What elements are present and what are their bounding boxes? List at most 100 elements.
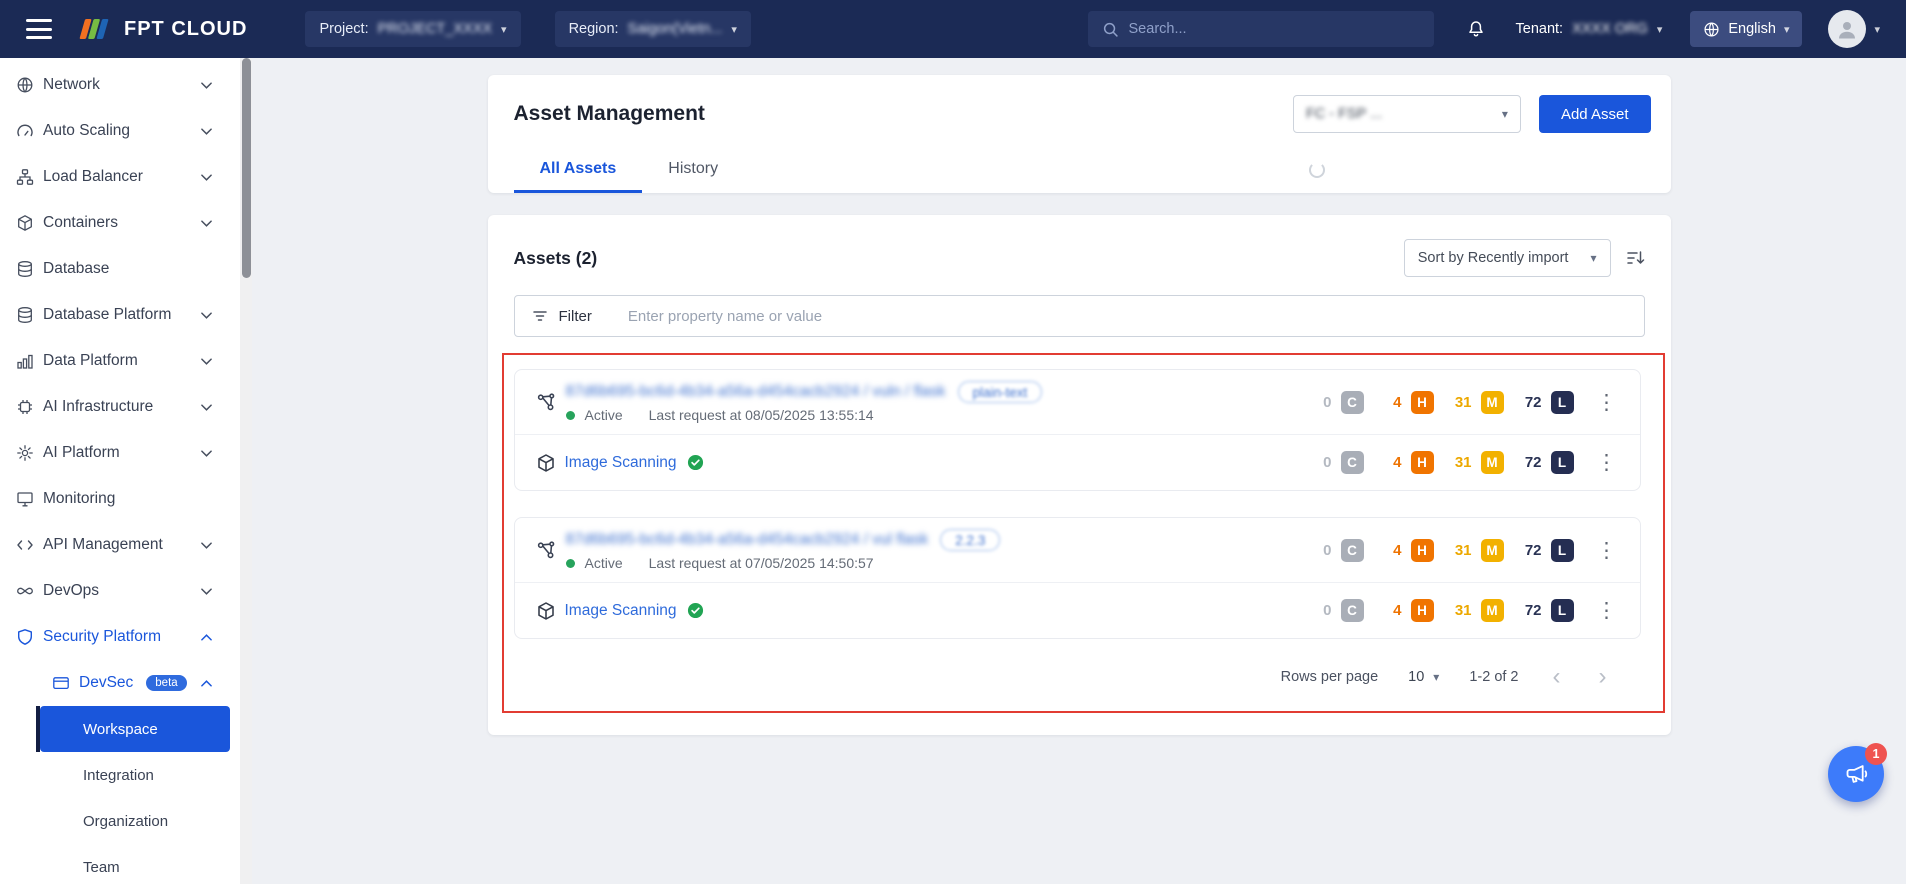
low-count: 72 (1520, 542, 1542, 559)
scrollbar-thumb[interactable] (242, 58, 251, 278)
sidebar-item-database[interactable]: Database (0, 246, 240, 292)
sidebar-item-organization[interactable]: Organization (0, 798, 240, 844)
chevron-down-icon: ▾ (1590, 251, 1596, 265)
sidebar-item-load-balancer[interactable]: Load Balancer (0, 154, 240, 200)
asset-name-link[interactable]: 87d6b695-bc6d-4b34-a56a-d454cacb2924 / v… (566, 383, 946, 401)
language-selector[interactable]: English ▾ (1690, 11, 1802, 47)
project-selector[interactable]: Project: PROJECT_XXXX ▾ (305, 11, 520, 47)
project-value: PROJECT_XXXX (378, 21, 492, 37)
chevron-down-icon (201, 542, 212, 549)
globe-icon (16, 76, 34, 94)
severity-counters: 0C 4H 31M 72L (1294, 539, 1574, 562)
high-count: 4 (1380, 394, 1402, 411)
avatar (1828, 10, 1866, 48)
asset-name-link[interactable]: 87d6b695-bc6d-4b34-a56a-d454cacb2924 / v… (566, 531, 929, 549)
database-icon (16, 260, 34, 278)
row-menu-button[interactable]: ⋮ (1592, 600, 1622, 621)
gear-icon (16, 444, 34, 462)
sidebar-item-auto-scaling[interactable]: Auto Scaling (0, 108, 240, 154)
sidebar-item-devops[interactable]: DevOps (0, 568, 240, 614)
high-count: 4 (1380, 542, 1402, 559)
tab-history[interactable]: History (642, 147, 744, 193)
tenant-selector[interactable]: Tenant: XXXX ORG ▾ (1516, 21, 1663, 37)
chevron-down-icon (201, 404, 212, 411)
devsec-icon (52, 674, 70, 692)
chevron-down-icon: ▾ (1433, 670, 1439, 684)
shield-icon (16, 628, 34, 646)
critical-badge: C (1341, 451, 1364, 474)
menu-toggle-button[interactable] (26, 19, 52, 39)
sidebar-item-containers[interactable]: Containers (0, 200, 240, 246)
next-page-button[interactable]: › (1595, 665, 1611, 689)
image-scanning-link[interactable]: Image Scanning (565, 602, 677, 620)
asset-graph-icon (536, 392, 557, 413)
medium-badge: M (1481, 391, 1504, 414)
chevron-down-icon: ▾ (731, 23, 737, 36)
sidebar-item-network[interactable]: Network (0, 62, 240, 108)
chevron-down-icon (201, 128, 212, 135)
rows-per-page-select[interactable]: 10 ▾ (1408, 669, 1439, 685)
critical-count: 0 (1310, 542, 1332, 559)
notifications-button[interactable] (1466, 19, 1486, 39)
medium-count: 31 (1450, 542, 1472, 559)
load-balancer-icon (16, 168, 34, 186)
chevron-down-icon: ▾ (501, 23, 507, 36)
region-selector[interactable]: Region: Saigon(Vietn... ▾ (555, 11, 751, 47)
asset-tabs: All Assets History (488, 147, 1671, 193)
scope-select[interactable]: FC - FSP ... ▾ (1293, 95, 1521, 133)
critical-count: 0 (1310, 602, 1332, 619)
sidebar-item-monitoring[interactable]: Monitoring (0, 476, 240, 522)
tenant-prefix: Tenant: (1516, 21, 1564, 37)
previous-page-button[interactable]: ‹ (1549, 665, 1565, 689)
logo-text: FPT CLOUD (124, 18, 247, 41)
chevron-down-icon: ▾ (1874, 23, 1880, 36)
sort-select[interactable]: Sort by Recently import ▾ (1404, 239, 1611, 277)
chevron-down-icon: ▾ (1657, 23, 1663, 36)
announcements-fab[interactable]: 1 (1828, 746, 1884, 802)
user-menu[interactable]: ▾ (1828, 10, 1880, 48)
sidebar-item-team[interactable]: Team (0, 844, 240, 884)
sort-order-button[interactable] (1625, 248, 1645, 268)
gauge-icon (16, 122, 34, 140)
asset-row: 87d6b695-bc6d-4b34-a56a-d454cacb2924 / v… (515, 370, 1640, 434)
sidebar-item-ai-infrastructure[interactable]: AI Infrastructure (0, 384, 240, 430)
asset-tag: plain-text (958, 381, 1043, 403)
row-menu-button[interactable]: ⋮ (1592, 452, 1622, 473)
sidebar-item-security-platform[interactable]: Security Platform (0, 614, 240, 660)
chevron-down-icon (201, 588, 212, 595)
megaphone-icon (1843, 761, 1870, 788)
sidebar-item-ai-platform[interactable]: AI Platform (0, 430, 240, 476)
asset-group: 87d6b695-bc6d-4b34-a56a-d454cacb2924 / v… (514, 517, 1641, 639)
image-scanning-row: Image Scanning 0C 4H 31M 72L ⋮ (515, 582, 1640, 638)
chevron-down-icon (201, 358, 212, 365)
filter-input[interactable] (602, 308, 1628, 325)
devsec-submenu: Workspace Integration Organization Team (0, 706, 240, 884)
chevron-down-icon (201, 450, 212, 457)
sidebar-item-integration[interactable]: Integration (0, 752, 240, 798)
tab-all-assets[interactable]: All Assets (514, 147, 643, 193)
critical-count: 0 (1310, 454, 1332, 471)
add-asset-button[interactable]: Add Asset (1539, 95, 1651, 133)
verified-check-icon (687, 602, 704, 619)
sidebar-item-api-management[interactable]: API Management (0, 522, 240, 568)
severity-counters: 0C 4H 31M 72L (1294, 599, 1574, 622)
sidebar-item-workspace[interactable]: Workspace (40, 706, 230, 752)
verified-check-icon (687, 454, 704, 471)
row-menu-button[interactable]: ⋮ (1592, 540, 1622, 561)
medium-badge: M (1481, 539, 1504, 562)
row-menu-button[interactable]: ⋮ (1592, 392, 1622, 413)
sidebar-item-database-platform[interactable]: Database Platform (0, 292, 240, 338)
search-input[interactable] (1129, 21, 1420, 37)
sidebar-scrollbar[interactable] (240, 58, 252, 884)
rows-per-page-label: Rows per page (1281, 669, 1379, 685)
data-platform-icon (16, 352, 34, 370)
low-badge: L (1551, 539, 1574, 562)
low-count: 72 (1520, 394, 1542, 411)
asset-graph-icon (536, 540, 557, 561)
sidebar-item-data-platform[interactable]: Data Platform (0, 338, 240, 384)
global-search (1088, 11, 1434, 47)
page-range-label: 1-2 of 2 (1469, 669, 1518, 685)
image-scanning-link[interactable]: Image Scanning (565, 454, 677, 472)
sidebar-item-devsec[interactable]: DevSec beta (0, 660, 240, 706)
medium-count: 31 (1450, 394, 1472, 411)
